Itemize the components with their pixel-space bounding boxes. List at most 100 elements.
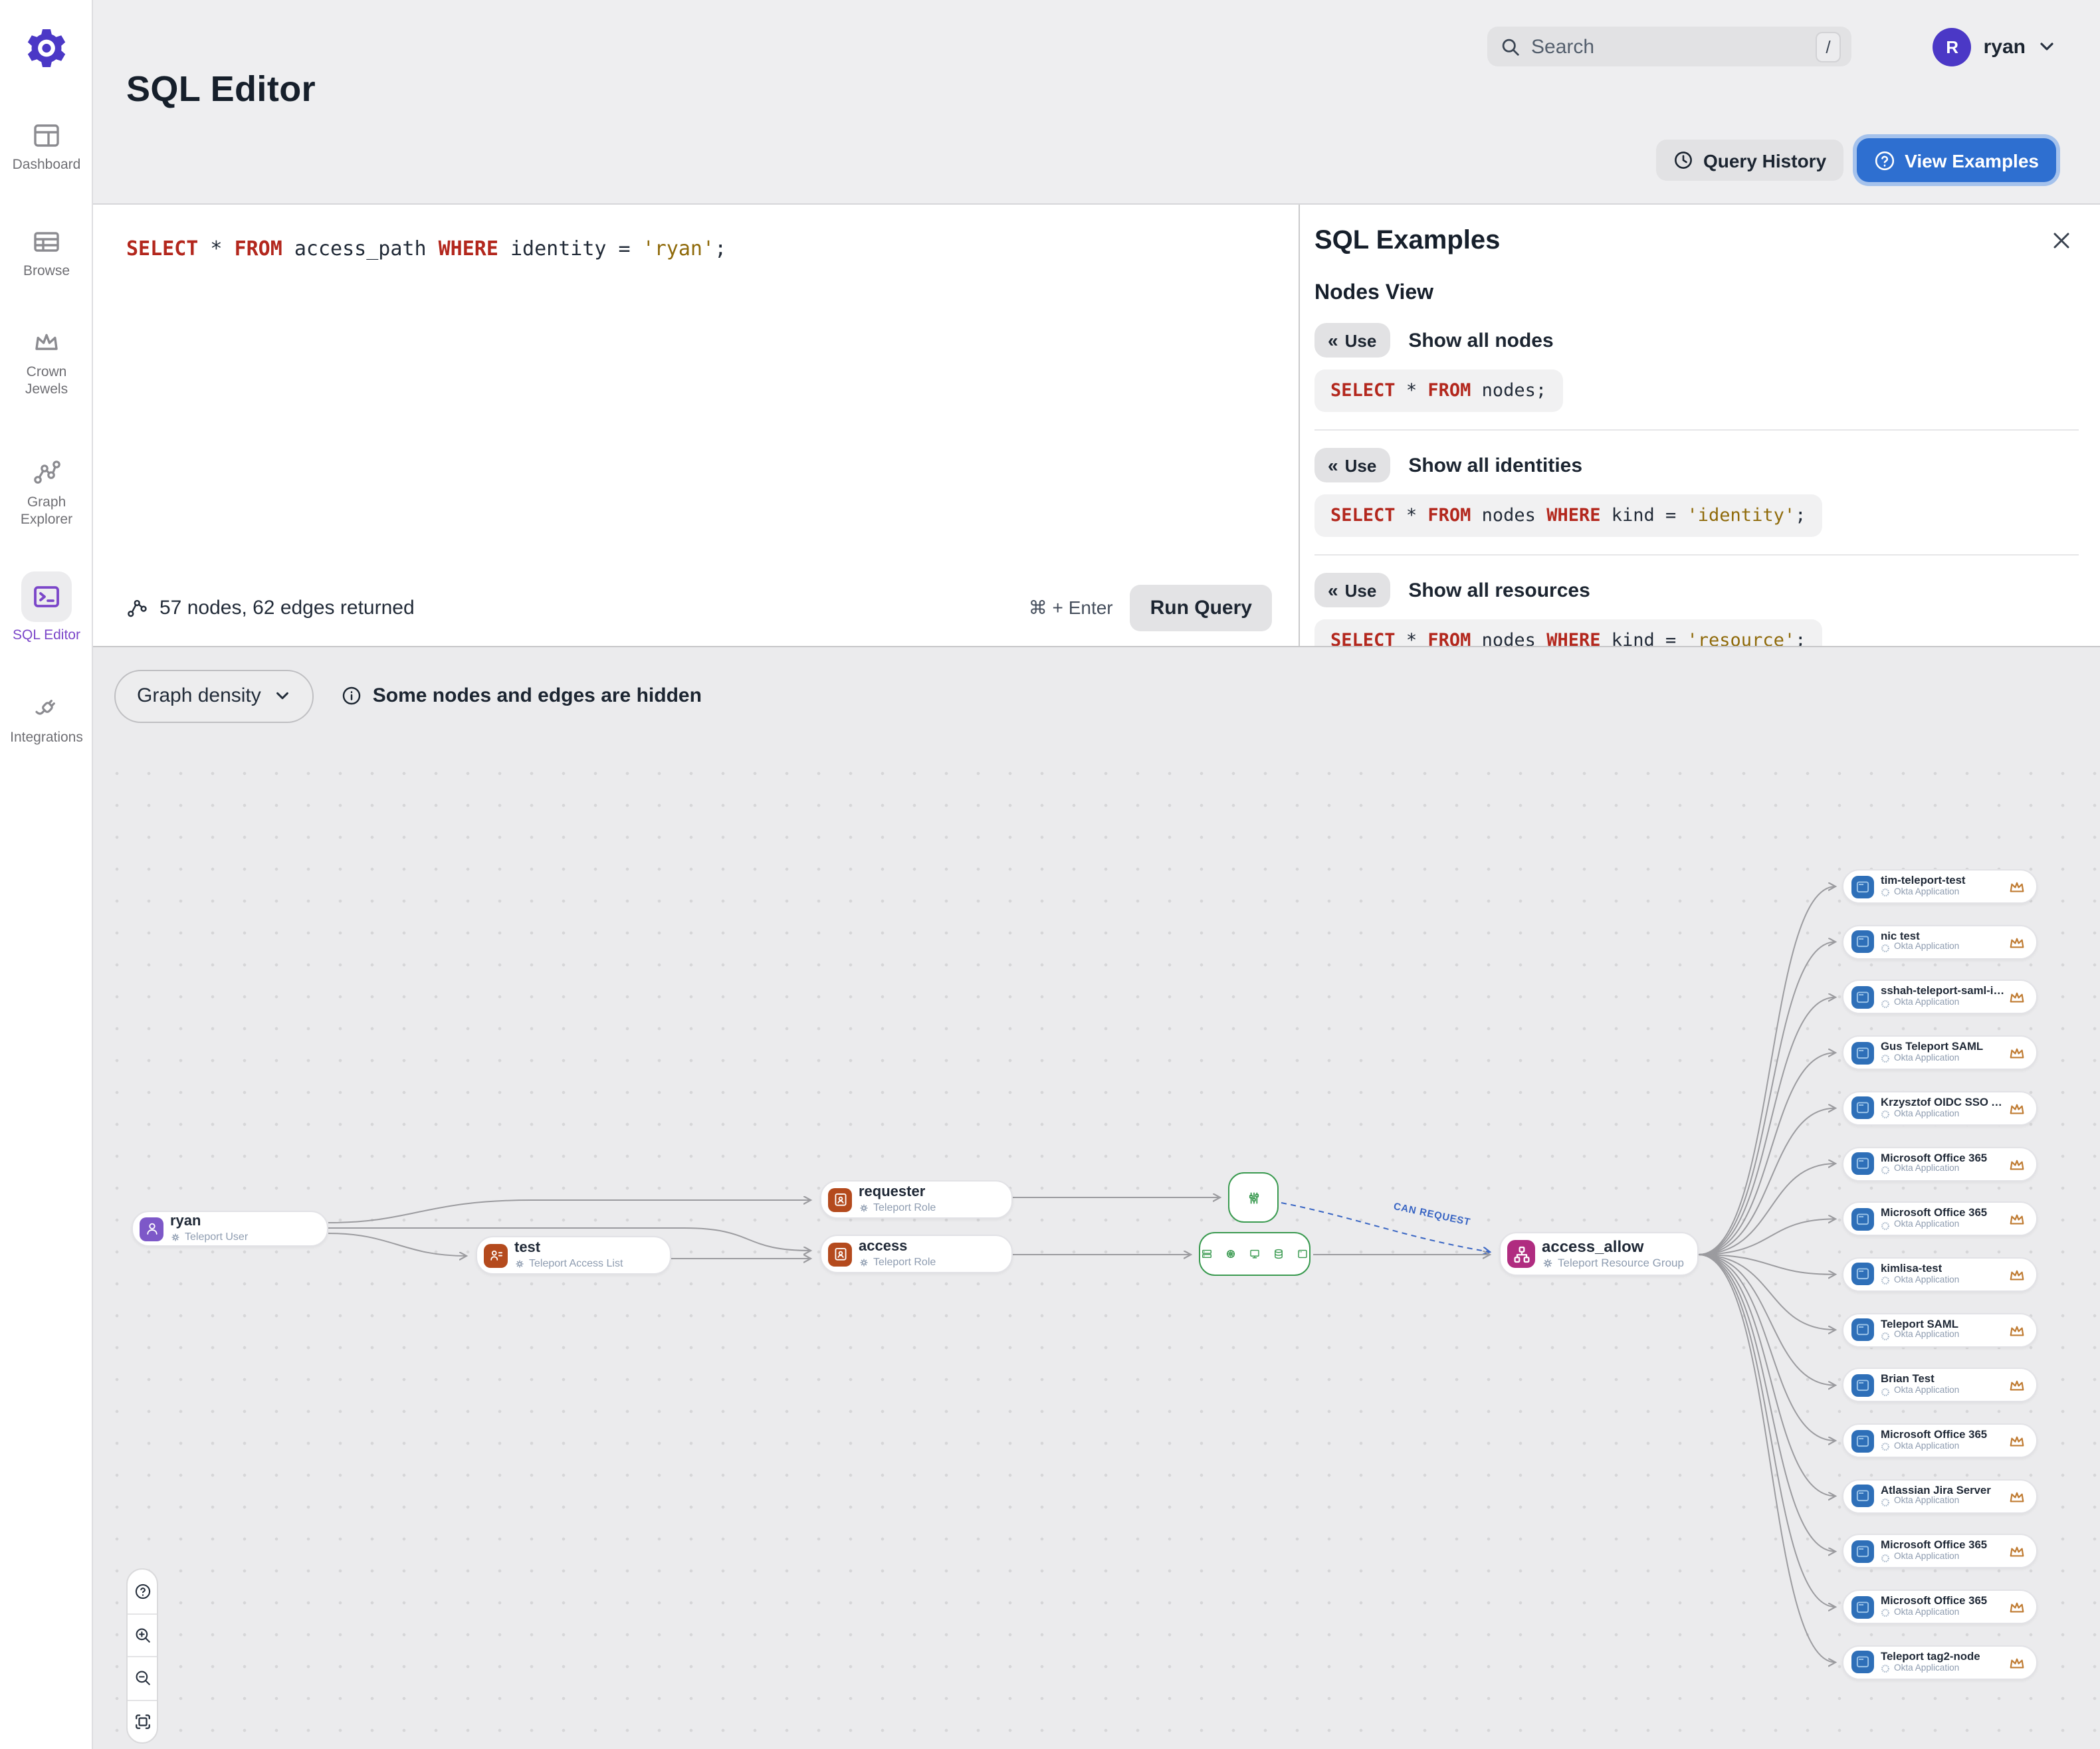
graph-zoom-controls bbox=[126, 1568, 158, 1744]
crown-jewel-icon[interactable] bbox=[2008, 1156, 2026, 1172]
node-subtitle: Okta Application bbox=[1881, 1275, 1959, 1286]
close-icon[interactable] bbox=[2049, 229, 2073, 253]
graph-node-okta-app[interactable]: Brian Test Okta Application bbox=[1842, 1368, 2038, 1403]
okta-icon bbox=[1881, 1110, 1889, 1119]
graph-density-dropdown[interactable]: Graph density bbox=[114, 669, 314, 722]
fit-view-button[interactable] bbox=[128, 1699, 157, 1742]
okta-icon bbox=[1881, 1388, 1889, 1396]
okta-icon bbox=[1881, 1498, 1889, 1506]
crown-jewel-icon[interactable] bbox=[2008, 934, 2026, 950]
node-title: Teleport tag2-node bbox=[1881, 1650, 1980, 1663]
graph-node-access[interactable]: access Teleport Role bbox=[820, 1235, 1013, 1273]
graph-help-button[interactable] bbox=[128, 1570, 157, 1613]
graph-node-okta-app[interactable]: nic test Okta Application bbox=[1842, 924, 2038, 960]
graph-node-okta-app[interactable]: Teleport tag2-node Okta Application bbox=[1842, 1645, 2038, 1680]
sidebar-item-graph-explorer[interactable]: Graph Explorer bbox=[0, 457, 93, 529]
okta-icon bbox=[1881, 1665, 1889, 1673]
graph-node-okta-app[interactable]: Microsoft Office 365 Okta Application bbox=[1842, 1534, 2038, 1569]
search-input[interactable]: Search / bbox=[1487, 27, 1851, 66]
crown-jewel-icon[interactable] bbox=[2008, 1267, 2026, 1283]
graph-node-okta-app[interactable]: tim-teleport-test Okta Application bbox=[1842, 869, 2038, 904]
crown-jewel-icon[interactable] bbox=[2008, 1100, 2026, 1116]
app-icon bbox=[1856, 1601, 1869, 1613]
crown-jewel-icon[interactable] bbox=[2008, 1211, 2026, 1227]
zoom-out-button[interactable] bbox=[128, 1656, 157, 1699]
node-title: Gus Teleport SAML bbox=[1881, 1041, 1984, 1053]
graph-node-requester[interactable]: requester Teleport Role bbox=[820, 1180, 1013, 1219]
sidebar-item-crown-jewels[interactable]: Crown Jewels bbox=[0, 327, 93, 399]
graph-node-okta-app[interactable]: Teleport SAML Okta Application bbox=[1842, 1312, 2038, 1348]
okta-icon bbox=[1881, 1166, 1889, 1174]
graph-node-access_allow[interactable]: access_allow Teleport Resource Group bbox=[1499, 1232, 1699, 1276]
query-history-label: Query History bbox=[1703, 150, 1827, 171]
example-item: «Use Show all nodes SELECT * FROM nodes; bbox=[1314, 306, 2079, 412]
app-node-icon bbox=[1851, 1207, 1874, 1231]
app-logo-gear-icon[interactable] bbox=[23, 25, 70, 73]
sql-query-editor[interactable]: SELECT * FROM access_path WHERE identity… bbox=[93, 205, 1299, 646]
run-query-button[interactable]: Run Query bbox=[1130, 585, 1272, 631]
search-placeholder: Search bbox=[1531, 35, 1595, 58]
graph-node-request-settings[interactable] bbox=[1228, 1172, 1279, 1223]
graph-canvas[interactable]: ryan Teleport User test Teleport Access Lis… bbox=[93, 744, 2100, 1749]
header-buttons: Query History View Examples bbox=[1656, 138, 2056, 182]
use-example-button[interactable]: «Use bbox=[1314, 573, 1390, 607]
graph-node-okta-app[interactable]: Microsoft Office 365 Okta Application bbox=[1842, 1146, 2038, 1181]
node-subtitle: Teleport Resource Group bbox=[1542, 1257, 1684, 1270]
result-status: 57 nodes, 62 edges returned bbox=[126, 597, 415, 619]
sidebar-item-dashboard[interactable]: Dashboard bbox=[0, 120, 93, 174]
graph-edge bbox=[1698, 1254, 1836, 1496]
sql-query-text: SELECT * FROM access_path WHERE identity… bbox=[126, 237, 727, 260]
okta-icon bbox=[1881, 1277, 1889, 1285]
graph-node-okta-app[interactable]: Microsoft Office 365 Okta Application bbox=[1842, 1423, 2038, 1458]
query-history-button[interactable]: Query History bbox=[1656, 140, 1844, 181]
crown-jewel-icon[interactable] bbox=[2008, 989, 2026, 1005]
node-title: Brian Test bbox=[1881, 1373, 1935, 1386]
crown-jewel-icon[interactable] bbox=[2008, 1378, 2026, 1393]
view-examples-button[interactable]: View Examples bbox=[1857, 138, 2056, 182]
sidebar-item-browse[interactable]: Browse bbox=[0, 226, 93, 280]
app-icon bbox=[1856, 1546, 1869, 1557]
zoom-in-button[interactable] bbox=[128, 1613, 157, 1656]
workspace: SELECT * FROM access_path WHERE identity… bbox=[93, 205, 2100, 647]
sidebar-item-sql-editor[interactable]: SQL Editor bbox=[0, 571, 93, 645]
crown-jewel-icon[interactable] bbox=[2008, 1599, 2026, 1615]
integrations-icon bbox=[35, 700, 55, 715]
use-example-button[interactable]: «Use bbox=[1314, 323, 1390, 358]
crown-jewel-icon[interactable] bbox=[2008, 1433, 2026, 1449]
help-icon bbox=[134, 1584, 150, 1599]
crown-jewel-icon[interactable] bbox=[2008, 1045, 2026, 1061]
use-example-button[interactable]: «Use bbox=[1314, 448, 1390, 482]
graph-node-okta-app[interactable]: Krzysztof OIDC SSO App Okta Application bbox=[1842, 1090, 2038, 1126]
node-title: access bbox=[859, 1239, 908, 1255]
okta-icon bbox=[1881, 1332, 1889, 1340]
crown-jewel-icon[interactable] bbox=[2008, 1655, 2026, 1671]
graph-node-okta-app[interactable]: sshah-teleport-saml-idp… Okta Application bbox=[1842, 979, 2038, 1015]
graph-node-resource-kinds[interactable] bbox=[1199, 1232, 1311, 1276]
app-icon bbox=[1856, 1047, 1869, 1059]
graph-node-test[interactable]: test Teleport Access List bbox=[476, 1236, 671, 1275]
graph-node-okta-app[interactable]: Microsoft Office 365 Okta Application bbox=[1842, 1590, 2038, 1625]
node-title: Microsoft Office 365 bbox=[1881, 1429, 1988, 1441]
okta-icon bbox=[1881, 1055, 1889, 1063]
sidebar-item-integrations[interactable]: Integrations bbox=[0, 692, 93, 747]
example-label: Show all resources bbox=[1408, 579, 1590, 601]
app-node-icon bbox=[1851, 1651, 1874, 1674]
crown-jewel-icon[interactable] bbox=[2008, 1544, 2026, 1560]
node-title: Microsoft Office 365 bbox=[1881, 1207, 1988, 1219]
app-node-icon bbox=[1851, 1041, 1874, 1065]
graph-density-label: Graph density bbox=[137, 684, 261, 707]
graph-node-okta-app[interactable]: Microsoft Office 365 Okta Application bbox=[1842, 1201, 2038, 1237]
app-node-icon bbox=[1851, 875, 1874, 898]
graph-node-okta-app[interactable]: Gus Teleport SAML Okta Application bbox=[1842, 1035, 2038, 1071]
crown-jewel-icon[interactable] bbox=[2008, 1488, 2026, 1504]
graph-node-ryan[interactable]: ryan Teleport User bbox=[132, 1211, 328, 1247]
crown-jewel-icon[interactable] bbox=[2008, 1322, 2026, 1338]
gear-icon bbox=[860, 1258, 868, 1267]
graph-node-okta-app[interactable]: kimlisa-test Okta Application bbox=[1842, 1257, 2038, 1292]
crown-jewel-icon[interactable] bbox=[2008, 878, 2026, 894]
node-subtitle: Okta Application bbox=[1881, 1552, 1987, 1563]
graph-node-okta-app[interactable]: Atlassian Jira Server Okta Application bbox=[1842, 1479, 2038, 1514]
app-icon bbox=[1856, 1158, 1869, 1170]
graph-edge bbox=[328, 1233, 467, 1256]
user-menu[interactable]: R ryan bbox=[1933, 27, 2056, 66]
